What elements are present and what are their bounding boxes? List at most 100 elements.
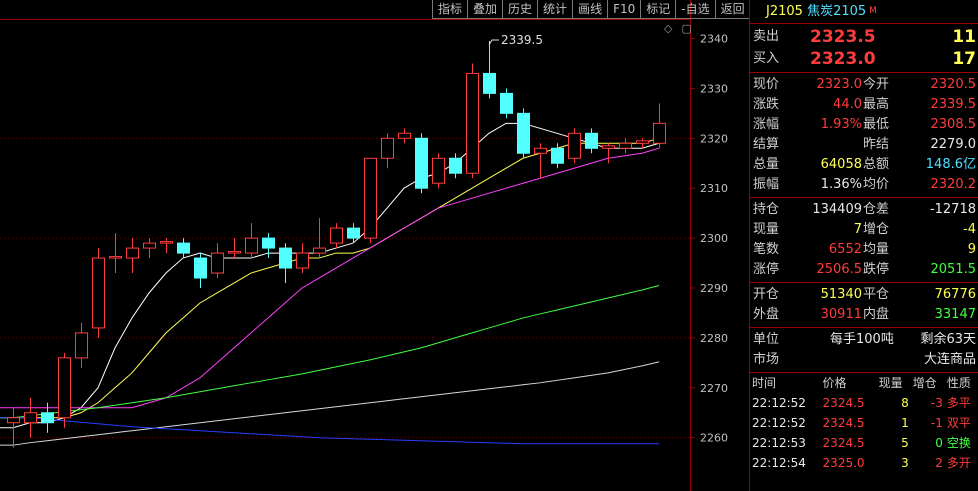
- candle-body: [58, 357, 71, 419]
- candle-body: [262, 237, 275, 249]
- tick-volume: 5: [901, 436, 909, 450]
- tick-nature: 多开: [946, 456, 971, 470]
- candle-body: [279, 247, 292, 269]
- candle-body: [228, 251, 241, 254]
- stat-label: 结算: [753, 137, 780, 152]
- toolbar-item-8[interactable]: 返回: [714, 0, 750, 19]
- col-price: 价格: [822, 376, 847, 390]
- contract-header: J2105 焦炭2105 M: [750, 0, 978, 24]
- stat-label: 开仓: [753, 287, 780, 302]
- stat-value: 64058: [820, 157, 862, 172]
- ma-line-4: [0, 361, 660, 446]
- toolbar-item-3[interactable]: 统计: [537, 0, 573, 19]
- tick-nature: 多平: [946, 396, 971, 410]
- stat-label: 最低: [863, 117, 890, 132]
- stat-value: 2279.0: [930, 137, 977, 152]
- stat-value: 1.36%: [820, 177, 862, 192]
- tick-row: 22:12:53 2324.5 5 0 空换: [750, 433, 978, 453]
- candle-body: [7, 417, 20, 424]
- tick-price: 2324.5: [822, 436, 865, 450]
- tick-price: 2324.5: [822, 416, 865, 430]
- chart-corner-icons: ◇ ▢: [664, 22, 701, 35]
- stat-row: 笔数 6552 均量 9: [750, 240, 978, 260]
- ask-row: 卖出 2323.5 11: [750, 26, 978, 48]
- quote-panel: J2105 焦炭2105 M 卖出 2323.5 11 买入 2323.0 17 …: [749, 0, 978, 491]
- candle-body: [466, 72, 479, 174]
- tick-oi-change: -3: [930, 396, 943, 410]
- toolbar-item-4[interactable]: 画线: [572, 0, 608, 19]
- stat-value: 2506.5: [816, 262, 863, 277]
- y-tick-label: 2330: [700, 82, 728, 95]
- tick-oi-change: 0: [935, 436, 943, 450]
- stat-row: 现量 7 增仓 -4: [750, 220, 978, 240]
- peak-label: 2339.5: [501, 33, 543, 47]
- stat-label: 昨结: [863, 137, 890, 152]
- market-row: 市场 大连商品: [750, 350, 978, 370]
- bid-ask-section: 卖出 2323.5 11 买入 2323.0 17: [750, 24, 978, 73]
- unit-value: 每手100吨: [830, 332, 894, 347]
- candle-body: [194, 257, 207, 279]
- candle-body: [296, 252, 309, 269]
- y-tick-label: 2320: [700, 132, 728, 145]
- candle-body: [347, 227, 360, 239]
- stat-value: -12718: [929, 202, 976, 217]
- tick-price: 2324.5: [822, 396, 865, 410]
- stat-label: 均价: [863, 177, 890, 192]
- contract-marker: M: [869, 6, 877, 16]
- stat-value: 2320.2: [930, 177, 977, 192]
- kline-chart[interactable]: 2340 2330 2320 2310 2300 2290 2280 2270 2260 2339…: [0, 0, 748, 491]
- candle-body: [313, 247, 326, 254]
- stat-label: 振幅: [753, 177, 780, 192]
- col-oi-change: 增仓: [912, 376, 937, 390]
- unit-row: 单位 每手100吨 剩余63天: [750, 330, 978, 350]
- candle-body: [92, 257, 105, 329]
- y-tick-label: 2270: [700, 382, 728, 395]
- toolbar-item-2[interactable]: 历史: [502, 0, 538, 19]
- stat-value: 30911: [820, 307, 862, 322]
- candle-body: [160, 241, 173, 244]
- stat-label: 仓差: [863, 202, 890, 217]
- toolbar-item-0[interactable]: 指标: [432, 0, 468, 19]
- tick-row: 22:12:54 2325.0 3 2 多开: [750, 453, 978, 473]
- tick-oi-change: 2: [935, 456, 943, 470]
- stat-label: 平仓: [863, 287, 890, 302]
- candle-body: [24, 412, 37, 424]
- stat-value: 1.93%: [820, 117, 862, 132]
- candle-body: [415, 137, 428, 189]
- stat-value: 134409: [812, 202, 862, 217]
- candle-body: [245, 237, 258, 254]
- stat-row: 涨跌 44.0 最高 2339.5: [750, 95, 978, 115]
- y-tick-label: 2300: [700, 232, 728, 245]
- col-volume: 现量: [878, 376, 903, 390]
- candle-body: [602, 145, 615, 149]
- stat-value: 2308.5: [930, 117, 977, 132]
- candle-body: [585, 132, 598, 149]
- stat-value: 44.0: [833, 97, 862, 112]
- toolbar-item-7[interactable]: -自选: [675, 0, 715, 19]
- stat-value: 51340: [820, 287, 862, 302]
- dropdown-icon[interactable]: ▢: [681, 22, 691, 35]
- bid-row: 买入 2323.0 17: [750, 48, 978, 70]
- stat-value: 6552: [828, 242, 862, 257]
- stat-label: 最高: [863, 97, 890, 112]
- diamond-icon[interactable]: ◇: [664, 22, 672, 35]
- y-tick-label: 2290: [700, 282, 728, 295]
- tick-nature: 空换: [946, 436, 971, 450]
- candle-body: [483, 72, 496, 94]
- candle-body: [398, 132, 411, 139]
- market-label: 市场: [753, 352, 780, 367]
- stat-value: 2323.0: [816, 77, 863, 92]
- stat-label: 跌停: [863, 262, 890, 277]
- stat-label: 笔数: [753, 242, 780, 257]
- toolbar-item-5[interactable]: F10: [607, 0, 641, 19]
- bid-label: 买入: [753, 51, 780, 66]
- volume-stats: 开仓 51340 平仓 76776 外盘 30911 内盘 33147: [750, 283, 978, 328]
- market-value: 大连商品: [923, 352, 976, 367]
- stat-label: 外盘: [753, 307, 780, 322]
- candle-body: [126, 247, 139, 259]
- candle-body: [500, 92, 513, 114]
- stat-value: -4: [963, 222, 976, 237]
- toolbar-item-6[interactable]: 标记: [640, 0, 676, 19]
- toolbar-item-1[interactable]: 叠加: [467, 0, 503, 19]
- stat-value: 2320.5: [930, 77, 977, 92]
